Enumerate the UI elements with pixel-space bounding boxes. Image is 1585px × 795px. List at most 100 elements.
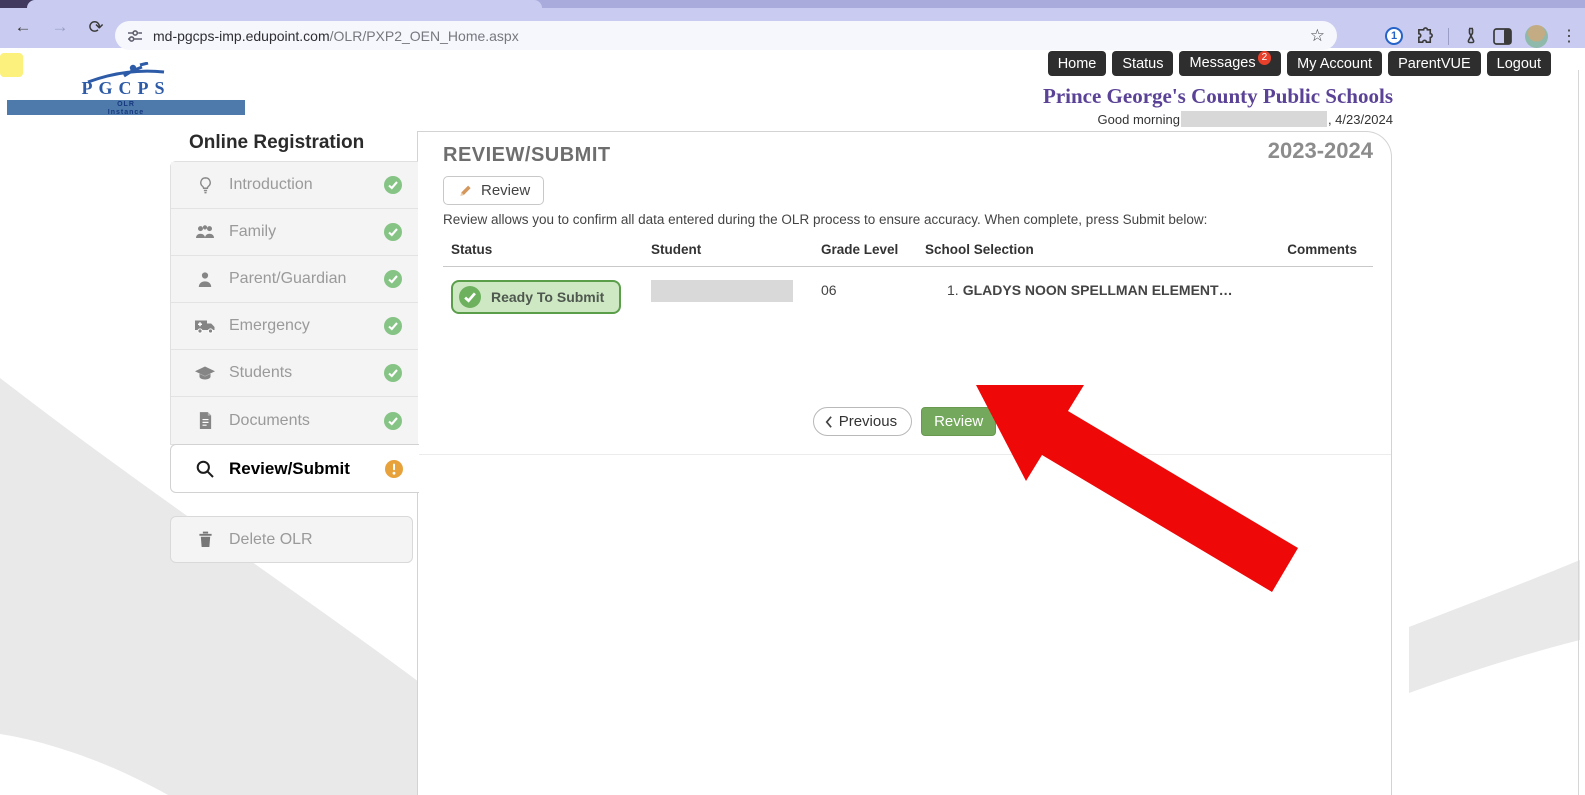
reload-icon[interactable]: ⟳ <box>85 17 107 38</box>
sidebar-item-parent-guardian[interactable]: Parent/Guardian <box>171 256 418 303</box>
sidebar-item-label: Review/Submit <box>229 459 385 479</box>
col-header-grade: Grade Level <box>813 242 917 257</box>
col-header-student: Student <box>643 242 813 257</box>
redacted-student-name <box>651 280 793 302</box>
family-icon <box>193 224 217 240</box>
nav-logout-label: Logout <box>1497 56 1541 72</box>
logo-line1: OLR <box>7 101 245 109</box>
check-circle-icon <box>384 176 402 194</box>
back-icon[interactable]: ← <box>12 17 34 37</box>
check-circle-icon <box>459 286 481 308</box>
table-header-row: Status Student Grade Level School Select… <box>443 242 1373 267</box>
previous-button-label: Previous <box>839 413 897 430</box>
document-icon <box>193 411 217 430</box>
check-circle-icon <box>384 223 402 241</box>
content-panel: REVIEW/SUBMIT 2023-2024 Review Review al… <box>417 131 1392 795</box>
alert-circle-icon <box>385 460 403 478</box>
col-header-comments: Comments <box>1237 242 1373 257</box>
browser-toolbar: ← → ⟳ md-pgcps-imp.edupoint.com/OLR/PXP2… <box>0 8 1585 48</box>
labs-flask-icon[interactable] <box>1462 27 1480 45</box>
forward-icon[interactable]: → <box>49 17 71 37</box>
logo-word: PGCPS <box>7 78 245 99</box>
nav-messages-button[interactable]: Messages2 <box>1179 51 1281 76</box>
page-body: PGCPS OLR Instance Home Status Messages2… <box>0 48 1585 795</box>
nav-status-button[interactable]: Status <box>1112 51 1173 76</box>
greeting-line: Good morning , 4/23/2024 <box>1098 111 1393 127</box>
status-text: Ready To Submit <box>491 289 604 305</box>
pgcps-logo[interactable]: PGCPS OLR Instance <box>7 62 245 115</box>
url-domain: md-pgcps-imp.edupoint.com <box>153 28 330 44</box>
school-number: 1. <box>947 282 959 298</box>
greeting-prefix: Good morning <box>1098 112 1180 127</box>
check-circle-icon <box>384 317 402 335</box>
table-row: Ready To Submit 06 1.GLADYS NOON SPELLMA… <box>443 280 1373 314</box>
nav-messages-label: Messages <box>1189 55 1255 71</box>
review-button[interactable]: Review <box>443 176 544 205</box>
search-icon <box>193 459 217 479</box>
pencil-icon <box>457 183 473 199</box>
extension-cluster: 1 ⋮ <box>1385 16 1577 56</box>
logo-instance-bar: OLR Instance <box>7 100 245 115</box>
school-name: GLADYS NOON SPELLMAN ELEMENT… <box>963 282 1233 298</box>
url-text[interactable]: md-pgcps-imp.edupoint.com/OLR/PXP2_OEN_H… <box>153 28 1302 44</box>
status-cell: Ready To Submit <box>443 280 643 314</box>
lightbulb-icon <box>193 175 217 195</box>
ready-to-submit-badge: Ready To Submit <box>451 280 621 314</box>
nav-my-account-label: My Account <box>1297 56 1372 72</box>
chevron-left-icon <box>824 415 833 429</box>
review-table: Status Student Grade Level School Select… <box>443 242 1373 314</box>
browser-tab-strip <box>0 0 1585 8</box>
grad-cap-icon <box>193 365 217 381</box>
address-bar[interactable]: md-pgcps-imp.edupoint.com/OLR/PXP2_OEN_H… <box>115 21 1337 50</box>
bookmark-star-icon[interactable]: ☆ <box>1310 26 1325 46</box>
sidebar-item-students[interactable]: Students <box>171 350 418 397</box>
toolbar-divider <box>1448 28 1449 45</box>
sidebar-item-label: Family <box>229 223 384 241</box>
messages-count-badge: 2 <box>1258 51 1272 65</box>
previous-button[interactable]: Previous <box>813 407 912 436</box>
sidebar-item-emergency[interactable]: Emergency <box>171 303 418 350</box>
nav-status-label: Status <box>1122 56 1163 72</box>
review-button-label: Review <box>481 182 530 199</box>
page-right-edge <box>1578 70 1579 795</box>
sidebar-item-label: Parent/Guardian <box>229 270 384 288</box>
action-row: Previous Review <box>418 407 1391 436</box>
nav-my-account-button[interactable]: My Account <box>1287 51 1382 76</box>
sidebar-item-label: Students <box>229 364 384 382</box>
profile-avatar[interactable] <box>1525 25 1548 48</box>
greeting-date: , 4/23/2024 <box>1328 112 1393 127</box>
ambulance-icon <box>193 318 217 334</box>
redacted-user-name <box>1181 111 1327 127</box>
person-icon <box>193 271 217 288</box>
site-settings-icon[interactable] <box>127 28 143 44</box>
browser-menu-icon[interactable]: ⋮ <box>1561 26 1577 46</box>
sidebar-item-documents[interactable]: Documents <box>171 397 418 444</box>
sidebar-item-family[interactable]: Family <box>171 209 418 256</box>
sidebar-item-introduction[interactable]: Introduction <box>171 162 418 209</box>
extensions-puzzle-icon[interactable] <box>1416 27 1435 46</box>
nav-home-label: Home <box>1058 56 1097 72</box>
logo-line2: Instance <box>7 109 245 117</box>
trash-icon <box>193 531 217 548</box>
nav-parentvue-label: ParentVUE <box>1398 56 1471 72</box>
sidebar-item-label: Introduction <box>229 176 384 194</box>
grade-cell: 06 <box>813 280 917 298</box>
district-title: Prince George's County Public Schools <box>1043 84 1393 109</box>
sidebar-item-label: Emergency <box>229 317 384 335</box>
sidebar-nav: Introduction Family Parent/Guardian Emer… <box>170 161 418 445</box>
side-panel-icon[interactable] <box>1493 28 1512 45</box>
url-path: /OLR/PXP2_OEN_Home.aspx <box>330 28 519 44</box>
col-header-school: School Selection <box>917 242 1237 257</box>
sidebar-item-label: Documents <box>229 412 384 430</box>
nav-home-button[interactable]: Home <box>1048 51 1107 76</box>
browser-active-tab[interactable] <box>27 0 542 8</box>
sidebar-item-review-submit[interactable]: Review/Submit <box>170 444 419 493</box>
password-extension-icon[interactable]: 1 <box>1385 27 1403 45</box>
col-header-status: Status <box>443 242 643 257</box>
student-cell <box>643 280 813 302</box>
review-description: Review allows you to confirm all data en… <box>443 212 1207 227</box>
check-circle-icon <box>384 364 402 382</box>
section-divider <box>418 454 1391 455</box>
sidebar-item-delete-olr[interactable]: Delete OLR <box>170 516 413 563</box>
submit-review-button[interactable]: Review <box>921 407 996 436</box>
